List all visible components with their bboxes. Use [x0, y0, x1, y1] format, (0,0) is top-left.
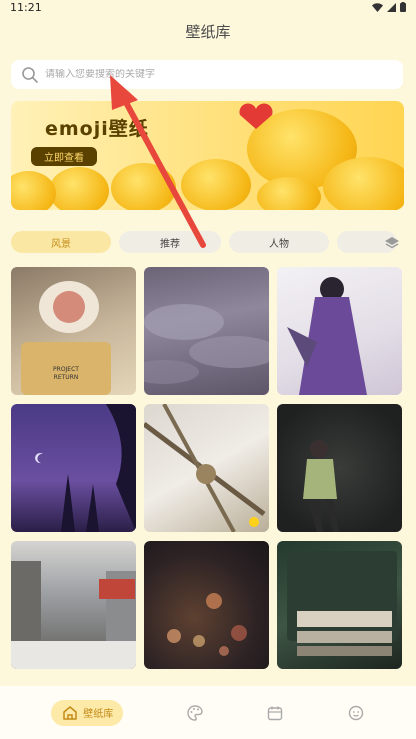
nav-wallpaper-label: 壁纸库	[83, 709, 114, 720]
svg-text:PROJECT: PROJECT	[53, 366, 79, 373]
search-bar[interactable]	[11, 60, 403, 89]
emoji-cool-icon	[257, 177, 321, 210]
emoji-grin-icon	[11, 171, 56, 210]
heart-icon	[239, 103, 273, 129]
calendar-icon	[268, 706, 283, 720]
bottom-nav: 壁纸库	[0, 686, 416, 739]
palette-icon	[187, 704, 203, 721]
banner-title: emoji壁纸	[45, 118, 149, 140]
nav-profile[interactable]	[347, 700, 365, 726]
wallpaper-grid: PROJECT RETURN	[11, 267, 402, 669]
tab-people[interactable]: 人物	[229, 231, 329, 253]
wifi-icon	[372, 2, 383, 12]
nav-theme[interactable]	[186, 700, 204, 726]
wallpaper-thumbnail[interactable]	[144, 267, 269, 395]
wallpaper-thumbnail[interactable]	[11, 541, 136, 669]
wallpaper-thumbnail[interactable]	[277, 541, 402, 669]
category-tabs: 风景 推荐 人物	[11, 231, 416, 255]
tab-scenery[interactable]: 风景	[11, 231, 111, 253]
layers-icon[interactable]	[384, 235, 400, 251]
wallpaper-thumbnail[interactable]	[144, 541, 269, 669]
emoji-kiss-icon	[111, 163, 176, 210]
tab-recommended[interactable]: 推荐	[119, 231, 221, 253]
page-title: 壁纸库	[185, 23, 231, 41]
smile-icon	[348, 705, 363, 720]
view-now-button[interactable]: 立即查看	[31, 147, 97, 166]
wallpaper-thumbnail[interactable]	[144, 404, 269, 532]
svg-text:RETURN: RETURN	[54, 374, 79, 381]
emoji-sunglasses-icon	[181, 159, 251, 210]
emoji-wink-icon	[49, 167, 109, 210]
status-icons	[372, 2, 406, 12]
wallpaper-thumbnail[interactable]	[11, 404, 136, 532]
promo-banner[interactable]: emoji壁纸 立即查看	[11, 101, 404, 210]
battery-icon	[400, 2, 406, 12]
emoji-smile-icon	[323, 157, 404, 210]
home-icon	[63, 705, 77, 720]
status-time: 11:21	[10, 0, 42, 14]
signal-icon	[387, 2, 396, 12]
status-bar: 11:21	[0, 0, 416, 14]
nav-wallpaper[interactable]: 壁纸库	[51, 699, 124, 726]
wallpaper-thumbnail[interactable]	[277, 404, 402, 532]
search-icon	[22, 66, 38, 83]
search-input[interactable]	[45, 69, 375, 80]
wallpaper-thumbnail[interactable]	[277, 267, 402, 395]
wallpaper-thumbnail[interactable]: PROJECT RETURN	[11, 267, 136, 395]
nav-calendar[interactable]	[266, 700, 284, 726]
